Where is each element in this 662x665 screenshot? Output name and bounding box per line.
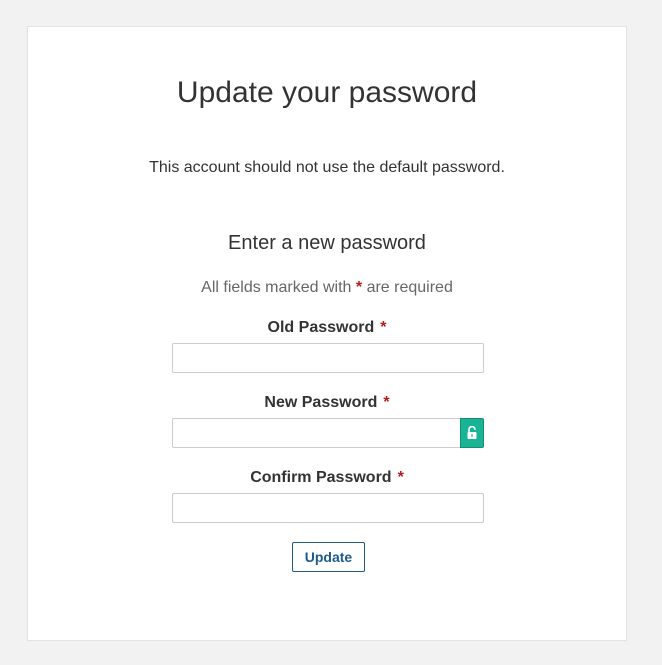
required-marker: *	[380, 319, 387, 336]
old-password-input[interactable]	[172, 343, 484, 373]
new-password-label: New Password *	[28, 393, 626, 413]
old-password-label-text: Old Password	[267, 319, 375, 336]
confirm-password-label-text: Confirm Password	[250, 469, 392, 486]
required-marker: *	[383, 394, 390, 411]
page-subtitle: This account should not use the default …	[149, 159, 505, 176]
password-update-card: Update your password This account should…	[27, 26, 627, 641]
page-title: Update your password	[176, 76, 478, 109]
section-title: Enter a new password	[228, 232, 426, 254]
required-marker: *	[397, 469, 404, 486]
required-marker: *	[355, 279, 363, 296]
required-note-prefix: All fields marked with	[201, 279, 352, 296]
confirm-password-input[interactable]	[172, 493, 484, 523]
update-button[interactable]: Update	[292, 542, 365, 572]
required-fields-note: All fields marked with * are required	[28, 278, 626, 298]
new-password-label-text: New Password	[264, 394, 378, 411]
confirm-password-label: Confirm Password *	[28, 468, 626, 488]
unlock-icon	[467, 426, 477, 439]
new-password-input[interactable]	[172, 418, 460, 448]
old-password-label: Old Password *	[28, 318, 626, 338]
required-note-suffix: are required	[366, 279, 453, 296]
password-visibility-toggle-button[interactable]	[460, 418, 484, 448]
